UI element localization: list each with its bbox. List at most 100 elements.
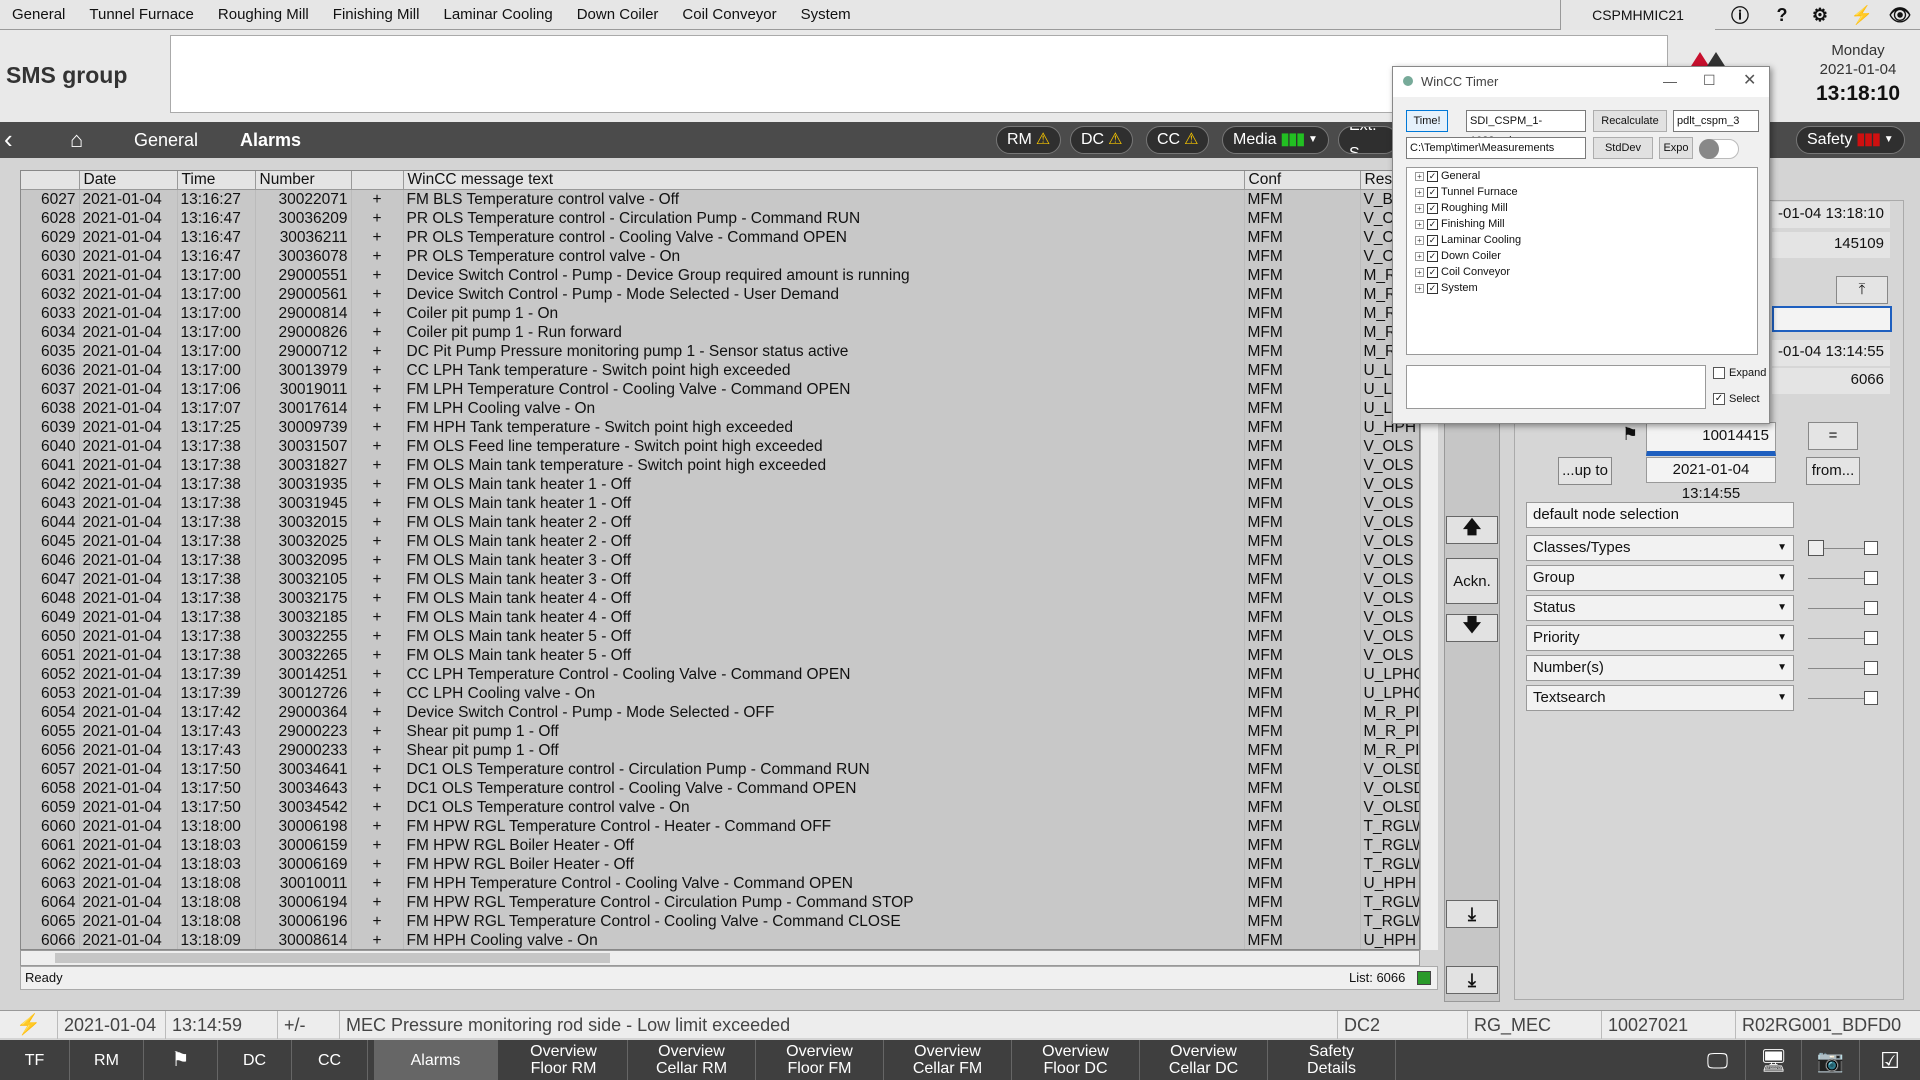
maximize-icon[interactable]: ☐: [1703, 72, 1716, 89]
nav-overview-cellar-rm[interactable]: Overview Cellar RM: [628, 1040, 756, 1080]
expand-icon[interactable]: +: [1415, 283, 1424, 293]
expand-icon[interactable]: +: [1415, 235, 1424, 245]
filter-checkbox[interactable]: [1864, 661, 1878, 675]
table-row[interactable]: 6037 2021-01-04 13:17:06 30019011 + FM LPH Te…: [21, 380, 1419, 399]
stddev-button[interactable]: StdDev: [1593, 137, 1653, 159]
select-checkbox[interactable]: ✓: [1713, 393, 1725, 405]
table-row[interactable]: 6049 2021-01-04 13:17:38 30032185 + FM OLS Ma…: [21, 608, 1419, 627]
help-icon[interactable]: ?: [1762, 2, 1802, 28]
monitor-icon[interactable]: 🖵: [1690, 1040, 1746, 1080]
checkbox-checked-icon[interactable]: ✓: [1427, 202, 1438, 214]
nav-overview-cellar-fm[interactable]: Overview Cellar FM: [884, 1040, 1012, 1080]
checkbox-checked-icon[interactable]: ✓: [1427, 266, 1438, 278]
select-checkbox-row[interactable]: ✓ Select: [1713, 393, 1760, 405]
table-row[interactable]: 6043 2021-01-04 13:17:38 30031945 + FM OLS Ma…: [21, 494, 1419, 513]
nav-alarms[interactable]: Alarms: [374, 1040, 498, 1080]
checkbox-checked-icon[interactable]: ✓: [1427, 186, 1438, 198]
breadcrumb-general[interactable]: General: [134, 122, 198, 158]
up-to-button[interactable]: ...up to: [1558, 457, 1612, 485]
table-row[interactable]: 6044 2021-01-04 13:17:38 30032015 + FM OLS Ma…: [21, 513, 1419, 532]
table-row[interactable]: 6059 2021-01-04 13:17:50 30034542 + DC1 OLS T…: [21, 798, 1419, 817]
header-col-index[interactable]: [21, 171, 80, 190]
table-row[interactable]: 6066 2021-01-04 13:18:09 30008614 + FM HPH Co…: [21, 931, 1419, 949]
scroll-end-button[interactable]: ⤓: [1446, 966, 1498, 994]
lightning-icon[interactable]: ⚡: [0, 1011, 58, 1039]
from-button[interactable]: from...: [1806, 457, 1860, 485]
table-row[interactable]: 6035 2021-01-04 13:17:00 29000712 + DC Pit Pu…: [21, 342, 1419, 361]
acknowledge-button[interactable]: Ackn.: [1446, 558, 1498, 604]
table-row[interactable]: 6038 2021-01-04 13:17:07 30017614 + FM LPH Co…: [21, 399, 1419, 418]
menu-general[interactable]: General: [0, 0, 77, 30]
node-selection[interactable]: default node selection: [1526, 502, 1794, 528]
filter-status[interactable]: Status ▼: [1526, 595, 1794, 621]
tree-item-general[interactable]: + ✓ General: [1407, 168, 1757, 184]
slider-handle[interactable]: [1808, 540, 1824, 556]
status-pill-rm[interactable]: RM ⚠: [996, 126, 1062, 154]
menu-tunnel-furnace[interactable]: Tunnel Furnace: [77, 0, 206, 30]
toggle-switch[interactable]: [1699, 139, 1739, 159]
from-time-field[interactable]: 2021-01-04 13:14:55: [1646, 457, 1776, 502]
filter-numbers[interactable]: Number(s) ▼: [1526, 655, 1794, 681]
eye-icon[interactable]: 👁: [1880, 2, 1920, 28]
nav-overview-cellar-dc[interactable]: Overview Cellar DC: [1140, 1040, 1268, 1080]
scroll-up-button[interactable]: 🡅: [1446, 516, 1498, 544]
status-pill-dc[interactable]: DC ⚠: [1070, 126, 1134, 154]
expand-checkbox-row[interactable]: Expand: [1713, 367, 1766, 379]
nav-flag[interactable]: ⚑: [144, 1040, 218, 1080]
database-field[interactable]: pdlt_cspm_3: [1673, 110, 1759, 132]
filter-textsearch[interactable]: Textsearch ▼: [1526, 685, 1794, 711]
export-icon[interactable]: [1417, 971, 1431, 985]
table-row[interactable]: 6028 2021-01-04 13:16:47 30036209 + PR OLS Te…: [21, 209, 1419, 228]
table-row[interactable]: 6030 2021-01-04 13:16:47 30036078 + PR OLS Te…: [21, 247, 1419, 266]
table-row[interactable]: 6061 2021-01-04 13:18:03 30006159 + FM HPW RG…: [21, 836, 1419, 855]
table-row[interactable]: 6050 2021-01-04 13:17:38 30032255 + FM OLS Ma…: [21, 627, 1419, 646]
number-field[interactable]: 10014415: [1646, 422, 1776, 456]
info-icon[interactable]: ⓘ: [1720, 2, 1760, 28]
checkbox-checked-icon[interactable]: ✓: [1427, 170, 1438, 182]
table-row[interactable]: 6034 2021-01-04 13:17:00 29000826 + Coiler pi…: [21, 323, 1419, 342]
status-pill-media[interactable]: Media ▮▮▮ ▼: [1222, 126, 1329, 154]
filter-checkbox[interactable]: [1864, 691, 1878, 705]
header-col-date[interactable]: Date: [79, 171, 178, 190]
nav-rm[interactable]: RM: [70, 1040, 144, 1080]
equals-button[interactable]: =: [1808, 422, 1858, 450]
table-row[interactable]: 6046 2021-01-04 13:17:38 30032095 + FM OLS Ma…: [21, 551, 1419, 570]
header-col-state[interactable]: [351, 171, 404, 190]
tree-item-down-coiler[interactable]: + ✓ Down Coiler: [1407, 248, 1757, 264]
checkbox-checked-icon[interactable]: ✓: [1427, 234, 1438, 246]
table-row[interactable]: 6042 2021-01-04 13:17:38 30031935 + FM OLS Ma…: [21, 475, 1419, 494]
scroll-bottom-button[interactable]: ⤓: [1446, 900, 1498, 928]
expand-icon[interactable]: +: [1415, 267, 1424, 277]
filter-classes-types[interactable]: Classes/Types ▼: [1526, 535, 1794, 561]
filter-checkbox[interactable]: [1864, 571, 1878, 585]
nav-dc[interactable]: DC: [218, 1040, 292, 1080]
table-row[interactable]: 6057 2021-01-04 13:17:50 30034641 + DC1 OLS T…: [21, 760, 1419, 779]
expand-icon[interactable]: +: [1415, 251, 1424, 261]
recalculate-button[interactable]: Recalculate: [1593, 110, 1667, 132]
table-row[interactable]: 6033 2021-01-04 13:17:00 29000814 + Coiler pi…: [21, 304, 1419, 323]
status-pill-ext[interactable]: Ext. S: [1338, 126, 1398, 154]
tree-item-coil-conveyor[interactable]: + ✓ Coil Conveyor: [1407, 264, 1757, 280]
path-field[interactable]: C:\Temp\timer\Measurements: [1406, 137, 1586, 159]
table-row[interactable]: 6031 2021-01-04 13:17:00 29000551 + Device Sw…: [21, 266, 1419, 285]
menu-down-coiler[interactable]: Down Coiler: [565, 0, 671, 30]
camera-icon[interactable]: 📷: [1802, 1040, 1860, 1080]
expand-icon[interactable]: +: [1415, 187, 1424, 197]
nav-overview-floor-dc[interactable]: Overview Floor DC: [1012, 1040, 1140, 1080]
table-row[interactable]: 6045 2021-01-04 13:17:38 30032025 + FM OLS Ma…: [21, 532, 1419, 551]
table-row[interactable]: 6063 2021-01-04 13:18:08 30010011 + FM HPH Te…: [21, 874, 1419, 893]
checkbox-checked-icon[interactable]: ✓: [1427, 218, 1438, 230]
expo-button[interactable]: Expo: [1659, 137, 1693, 159]
table-row[interactable]: 6039 2021-01-04 13:17:25 30009739 + FM HPH Ta…: [21, 418, 1419, 437]
status-pill-cc[interactable]: CC ⚠: [1146, 126, 1210, 154]
table-row[interactable]: 6054 2021-01-04 13:17:42 29000364 + Device Sw…: [21, 703, 1419, 722]
table-row[interactable]: 6032 2021-01-04 13:17:00 29000561 + Device Sw…: [21, 285, 1419, 304]
menu-laminar-cooling[interactable]: Laminar Cooling: [431, 0, 564, 30]
menu-finishing-mill[interactable]: Finishing Mill: [321, 0, 432, 30]
filter-group[interactable]: Group ▼: [1526, 565, 1794, 591]
close-icon[interactable]: ✕: [1743, 70, 1756, 90]
header-col-time[interactable]: Time: [177, 171, 256, 190]
table-row[interactable]: 6052 2021-01-04 13:17:39 30014251 + CC LPH Te…: [21, 665, 1419, 684]
selected-field[interactable]: [1772, 306, 1892, 332]
table-row[interactable]: 6036 2021-01-04 13:17:00 30013979 + CC LPH Ta…: [21, 361, 1419, 380]
